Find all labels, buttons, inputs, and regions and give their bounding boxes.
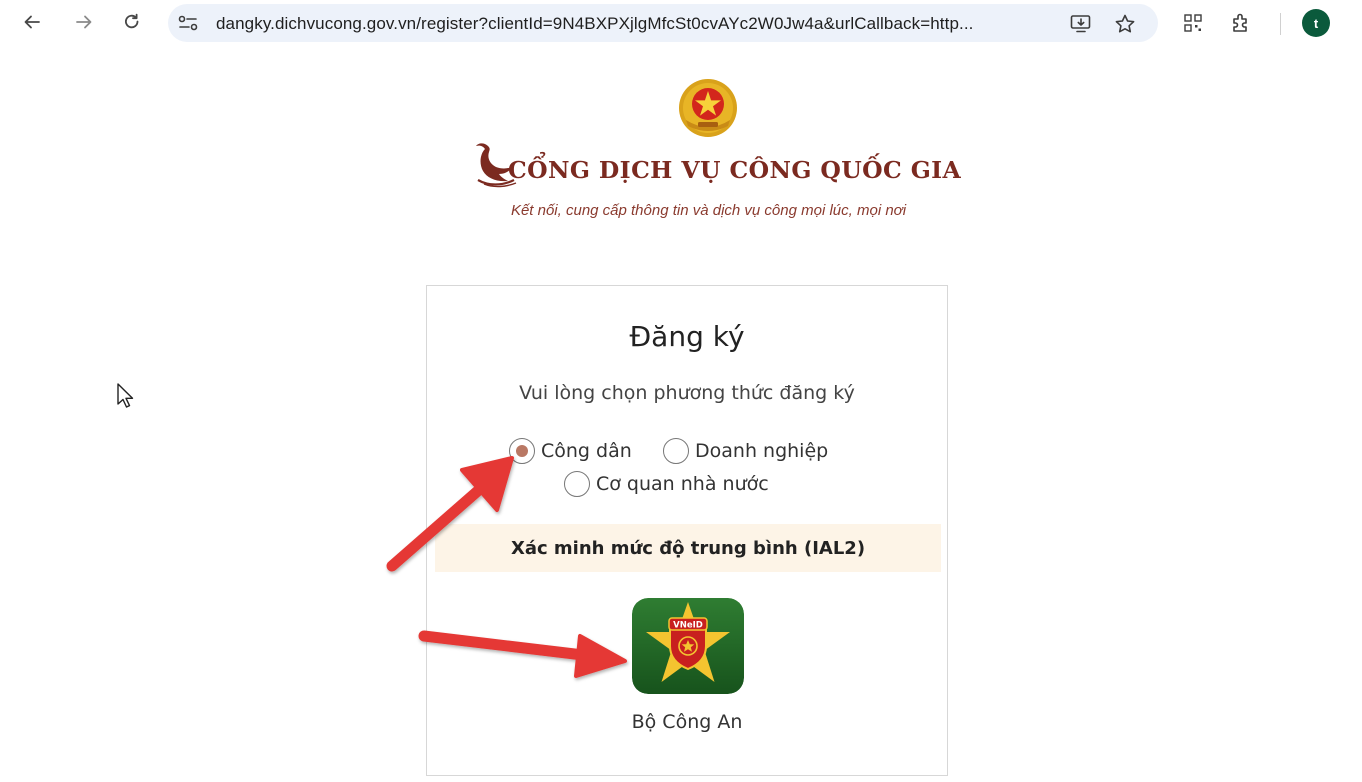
site-info-icon[interactable] [176, 12, 200, 34]
address-bar[interactable]: dangky.dichvucong.gov.vn/register?client… [168, 4, 1158, 42]
profile-avatar[interactable]: t [1302, 9, 1330, 37]
portal-brand[interactable]: CỔNG DỊCH VỤ CÔNG QUỐC GIA [470, 138, 961, 190]
register-subtitle: Vui lòng chọn phương thức đăng ký [519, 382, 855, 404]
radio-label-cong-dan[interactable]: Công dân [541, 440, 632, 462]
vneid-app-button[interactable]: VNeID [632, 598, 744, 694]
radio-circle[interactable] [564, 471, 590, 497]
portal-slogan: Kết nối, cung cấp thông tin và dịch vụ c… [510, 202, 907, 219]
browser-toolbar: dangky.dichvucong.gov.vn/register?client… [0, 0, 1362, 50]
register-title: Đăng ký [629, 320, 745, 353]
vneid-badge-text: VNeID [673, 621, 703, 631]
qr-code-icon[interactable] [1180, 10, 1206, 36]
radio-circle[interactable] [663, 438, 689, 464]
mouse-cursor-icon [117, 383, 134, 408]
page-content: CỔNG DỊCH VỤ CÔNG QUỐC GIA Kết nối, cung… [0, 50, 1362, 782]
url-text[interactable]: dangky.dichvucong.gov.vn/register?client… [216, 14, 973, 34]
radio-doanh-nghiep[interactable]: Doanh nghiệp [663, 438, 828, 464]
radio-circle-checked[interactable] [509, 438, 535, 464]
extensions-icon[interactable] [1228, 10, 1254, 36]
verification-level-banner: Xác minh mức độ trung bình (IAL2) [435, 524, 941, 572]
radio-label-co-quan-nha-nuoc[interactable]: Cơ quan nhà nước [596, 473, 769, 495]
portal-title: CỔNG DỊCH VỤ CÔNG QUỐC GIA [508, 156, 962, 184]
radio-label-doanh-nghiep[interactable]: Doanh nghiệp [695, 440, 828, 462]
radio-cong-dan[interactable]: Công dân [509, 438, 632, 464]
install-app-icon[interactable] [1068, 11, 1094, 37]
reload-icon[interactable] [118, 8, 146, 36]
provider-label[interactable]: Bộ Công An [427, 711, 947, 733]
radio-co-quan-nha-nuoc[interactable]: Cơ quan nhà nước [564, 471, 769, 497]
national-emblem-icon [679, 79, 737, 137]
verification-level-text: Xác minh mức độ trung bình (IAL2) [510, 537, 866, 559]
register-card: Đăng ký Vui lòng chọn phương thức đăng k… [426, 285, 948, 776]
toolbar-divider [1280, 13, 1281, 35]
bookmark-star-icon[interactable] [1112, 11, 1138, 37]
forward-arrow-icon[interactable] [70, 8, 98, 36]
back-arrow-icon[interactable] [18, 8, 46, 36]
